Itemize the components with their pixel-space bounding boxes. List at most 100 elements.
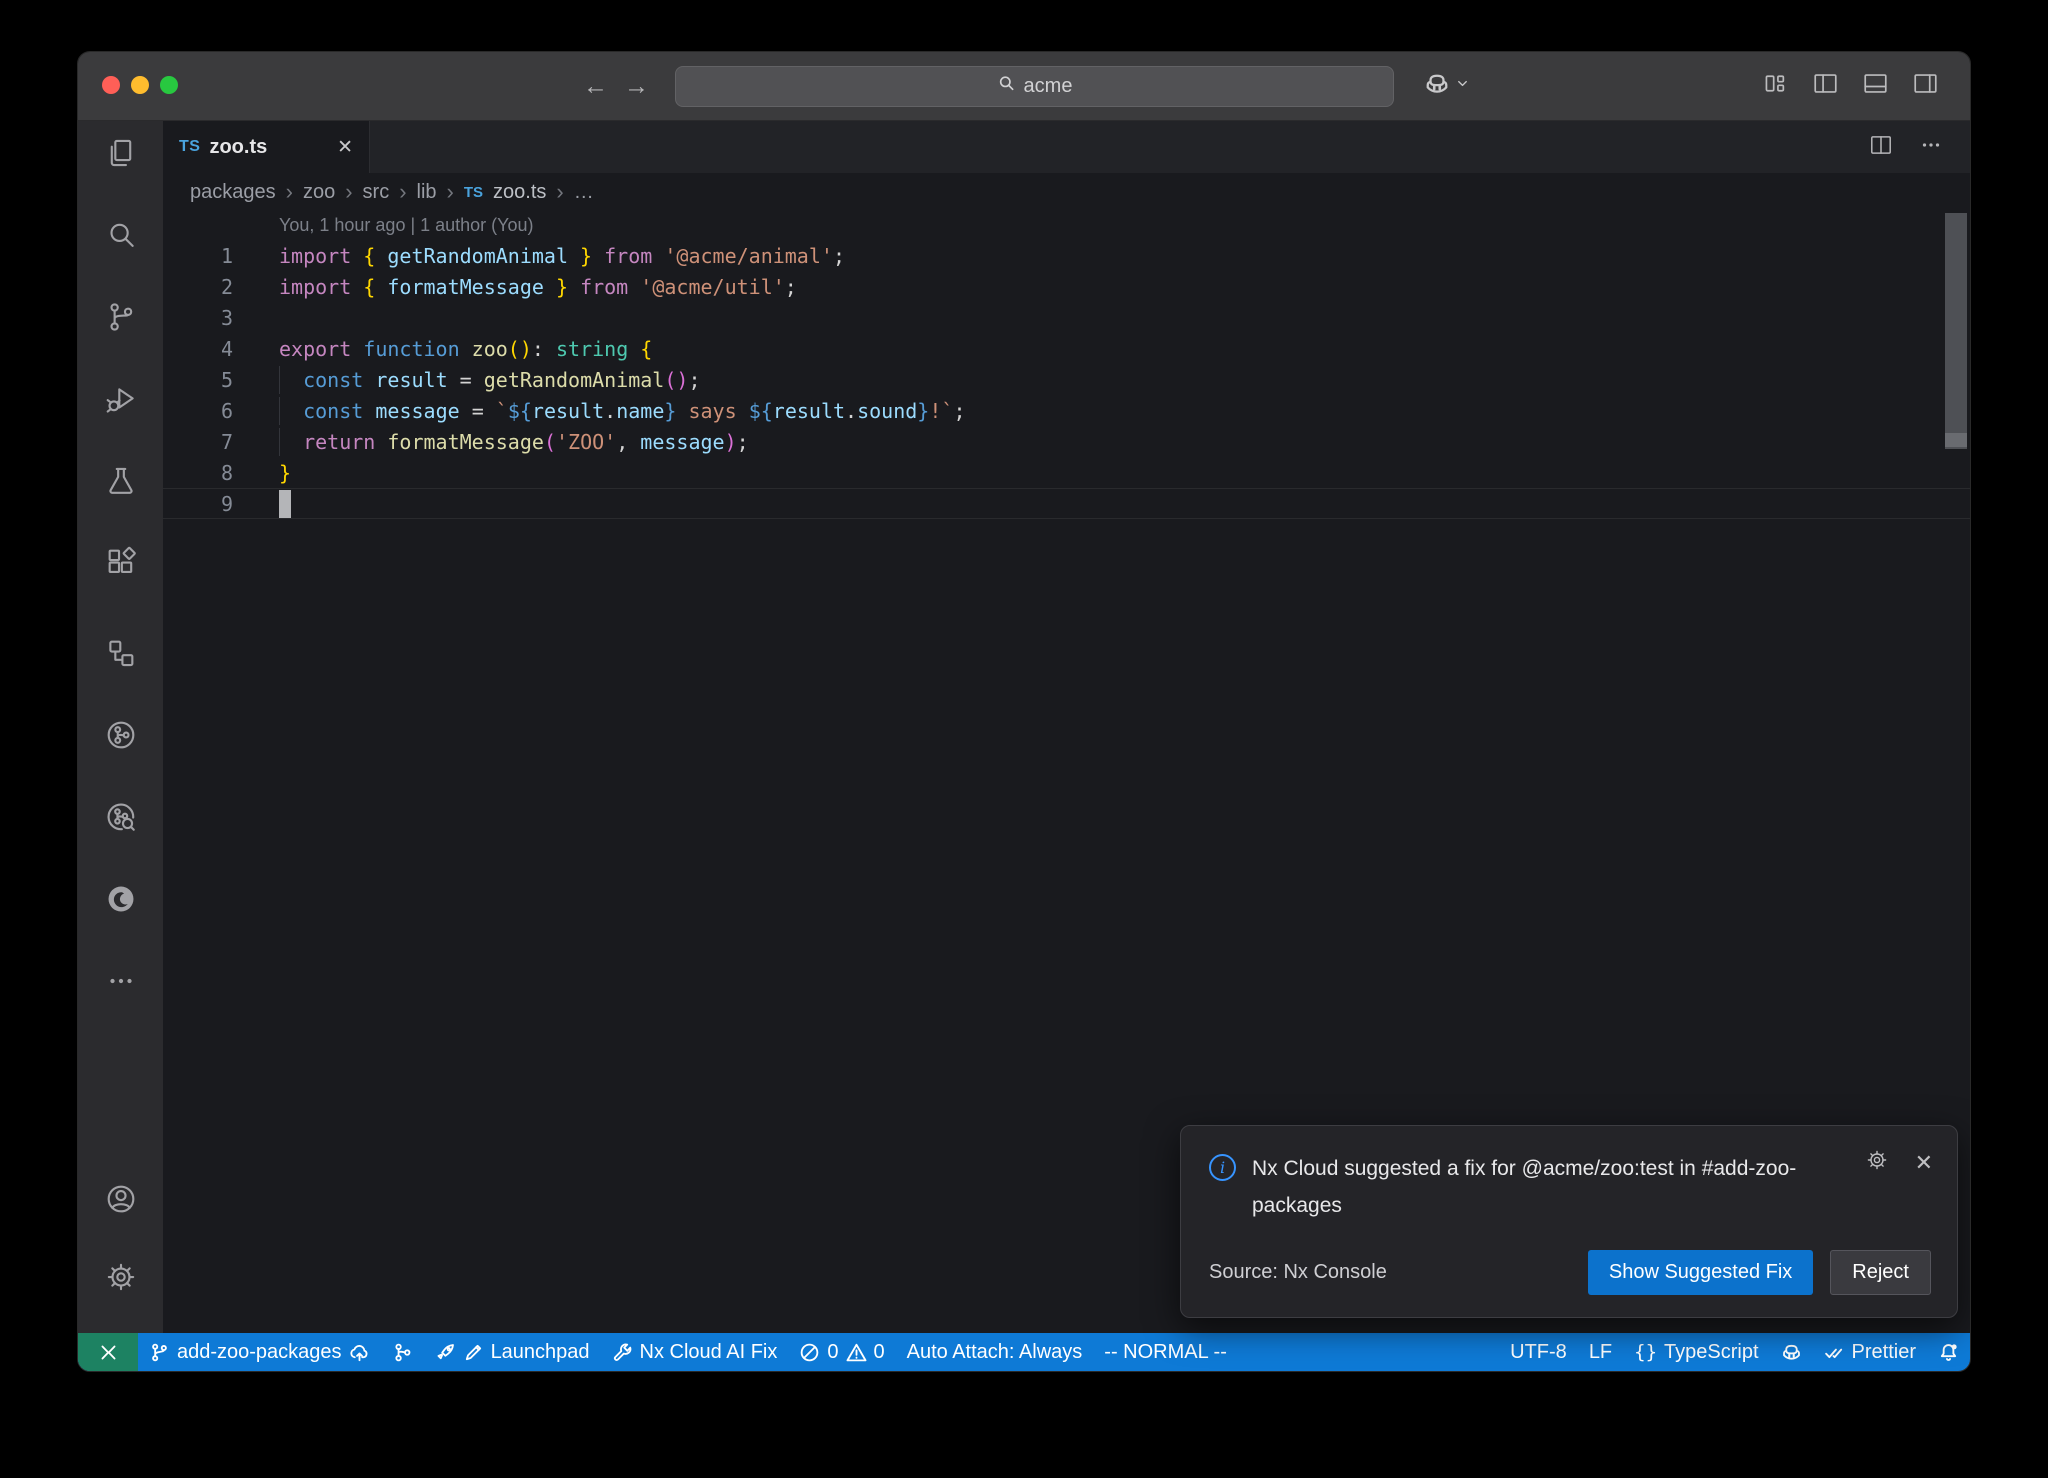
status-item-prettier[interactable]: Prettier — [1813, 1333, 1927, 1371]
code-token: } — [664, 399, 676, 423]
activity-bar-item-source-control[interactable] — [78, 295, 163, 343]
activity-bar-item-explorer[interactable] — [78, 131, 163, 179]
code-line-5[interactable]: 5 const result = getRandomAnimal(); — [163, 364, 1970, 395]
code-line-9[interactable]: 9 — [163, 488, 1970, 519]
hierarchy-icon — [104, 636, 138, 675]
zoom-window-button[interactable] — [160, 76, 178, 94]
cloud-upload-icon — [349, 1342, 370, 1363]
breadcrumb-separator: › — [286, 179, 293, 205]
status-item-copilot-status[interactable] — [1770, 1333, 1813, 1371]
indent-guide — [279, 428, 280, 456]
breadcrumb-segment[interactable]: zoo — [303, 181, 335, 204]
status-item-encoding[interactable]: UTF-8 — [1499, 1333, 1578, 1371]
activity-bar-item-search[interactable] — [78, 213, 163, 261]
activity-bar-item-nx-project-graph[interactable] — [78, 713, 163, 761]
notification-close-icon[interactable]: ✕ — [1915, 1152, 1933, 1174]
forward-button[interactable]: → — [624, 74, 649, 99]
code-line-7[interactable]: 7 return formatMessage('ZOO', message); — [163, 426, 1970, 457]
wrench-icon — [612, 1342, 633, 1363]
toggle-secondary-sidebar-button[interactable] — [1911, 69, 1940, 103]
breadcrumb-segment[interactable]: packages — [190, 181, 276, 204]
copilot-icon — [1424, 71, 1450, 102]
beaker-icon — [104, 464, 138, 503]
close-window-button[interactable] — [102, 76, 120, 94]
status-item-auto-attach[interactable]: Auto Attach: Always — [896, 1333, 1094, 1371]
files-icon — [104, 136, 138, 175]
customize-layout-button[interactable] — [1761, 69, 1790, 103]
code-token: . — [604, 399, 616, 423]
command-center-search[interactable]: acme — [675, 66, 1394, 107]
status-item-git-branch[interactable]: add-zoo-packages — [138, 1333, 381, 1371]
status-item-nx-cloud-ai-fix[interactable]: Nx Cloud AI Fix — [601, 1333, 789, 1371]
tab-bar: TS zoo.ts ✕ — [163, 121, 1970, 173]
status-item-language-mode[interactable]: {}TypeScript — [1623, 1333, 1769, 1371]
back-button[interactable]: ← — [583, 74, 608, 99]
show-suggested-fix-button[interactable]: Show Suggested Fix — [1588, 1250, 1813, 1295]
toggle-panel-button[interactable] — [1861, 69, 1890, 103]
code-token: message — [640, 430, 724, 454]
code-token: { — [363, 275, 375, 299]
code-token: ` — [496, 399, 508, 423]
activity-bar-item-run-and-debug[interactable] — [78, 377, 163, 425]
breadcrumb-file[interactable]: zoo.ts — [493, 181, 546, 204]
status-item-notifications-bell[interactable] — [1927, 1333, 1970, 1371]
code-token: 'ZOO' — [556, 430, 616, 454]
minimize-window-button[interactable] — [131, 76, 149, 94]
code-token: = — [460, 399, 496, 423]
breadcrumb-segment[interactable]: lib — [417, 181, 437, 204]
code-token: } — [917, 399, 929, 423]
code-line-6[interactable]: 6 const message = `${result.name} says $… — [163, 395, 1970, 426]
status-item-launchpad[interactable]: Launchpad — [424, 1333, 601, 1371]
vscode-window: ← → acme TS — [78, 52, 1970, 1371]
activity-bar-item-accounts[interactable] — [78, 1177, 163, 1225]
tab-zoo-ts[interactable]: TS zoo.ts ✕ — [163, 121, 370, 173]
status-item-git-graph[interactable] — [381, 1333, 424, 1371]
activity-bar-item-nx-console[interactable] — [78, 631, 163, 679]
code-token: ; — [737, 430, 749, 454]
activity-bar-item-edge-tools[interactable] — [78, 877, 163, 925]
code-line-3[interactable]: 3 — [163, 302, 1970, 333]
status-item-eol[interactable]: LF — [1578, 1333, 1623, 1371]
code-token: ; — [785, 275, 797, 299]
status-item-label: TypeScript — [1664, 1341, 1758, 1364]
code-token — [460, 337, 472, 361]
line-number: 6 — [163, 399, 233, 423]
code-token: name — [616, 399, 664, 423]
code-token: { — [363, 244, 375, 268]
reject-button[interactable]: Reject — [1830, 1250, 1931, 1295]
breadcrumb-segment[interactable]: src — [363, 181, 390, 204]
remote-icon — [98, 1342, 119, 1363]
code-line-1[interactable]: 1import { getRandomAnimal } from '@acme/… — [163, 240, 1970, 271]
status-item-label: Nx Cloud AI Fix — [640, 1341, 778, 1364]
copilot-menu[interactable] — [1424, 52, 1470, 120]
activity-bar-item-nx-cloud[interactable] — [78, 795, 163, 843]
breadcrumb-separator: › — [399, 179, 406, 205]
code-token: () — [508, 337, 532, 361]
toggle-primary-sidebar-button[interactable] — [1811, 69, 1840, 103]
editor-scrollbar[interactable] — [1945, 213, 1967, 449]
status-item-label: Prettier — [1852, 1341, 1916, 1364]
status-item-vim-mode[interactable]: -- NORMAL -- — [1093, 1333, 1238, 1371]
code-line-2[interactable]: 2import { formatMessage } from '@acme/ut… — [163, 271, 1970, 302]
error-icon — [799, 1342, 820, 1363]
more-actions-button[interactable] — [1918, 132, 1944, 163]
split-editor-button[interactable] — [1868, 132, 1894, 163]
status-item-problems[interactable]: 00 — [788, 1333, 895, 1371]
activity-bar-item-extensions[interactable] — [78, 541, 163, 589]
code-line-8[interactable]: 8} — [163, 457, 1970, 488]
close-tab-icon[interactable]: ✕ — [337, 136, 353, 159]
code-token: () — [664, 368, 688, 392]
gear-icon — [104, 1260, 138, 1299]
activity-bar-item-manage-settings[interactable] — [78, 1255, 163, 1303]
breadcrumb-more[interactable]: … — [574, 181, 594, 204]
code-token: } — [556, 275, 568, 299]
line-number: 1 — [163, 244, 233, 268]
debug-icon — [104, 382, 138, 421]
status-item-remote-indicator[interactable] — [78, 1333, 138, 1371]
activity-bar-item-additional-views[interactable] — [78, 959, 163, 1007]
code-line-4[interactable]: 4export function zoo(): string { — [163, 333, 1970, 364]
code-token: ; — [688, 368, 700, 392]
code-token: : — [532, 337, 556, 361]
notification-settings-icon[interactable] — [1865, 1148, 1889, 1177]
activity-bar-item-testing[interactable] — [78, 459, 163, 507]
